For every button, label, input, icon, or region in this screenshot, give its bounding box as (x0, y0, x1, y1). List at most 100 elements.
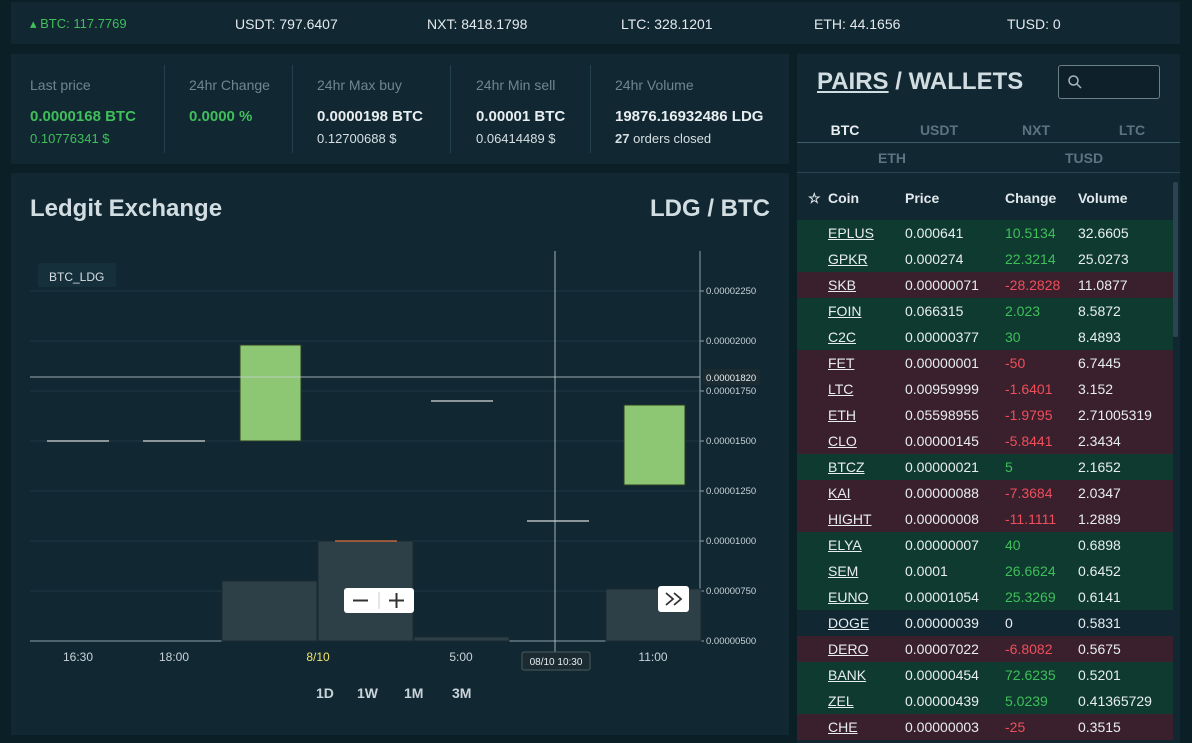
coin-link[interactable]: DOGE (828, 615, 869, 631)
change-cell: 0 (1005, 615, 1013, 631)
coin-link[interactable]: C2C (828, 329, 856, 345)
table-row[interactable]: ZEL 0.00000439 5.0239 0.41365729 (797, 688, 1173, 714)
table-row[interactable]: EPLUS 0.000641 10.5134 32.6605 (797, 220, 1173, 246)
col-volume[interactable]: Volume (1078, 190, 1128, 206)
tab-tusd[interactable]: TUSD (1056, 150, 1112, 166)
coin-link[interactable]: ELYA (828, 537, 862, 553)
period-3m[interactable]: 3M (452, 685, 471, 701)
market-stats: Last price 0.0000168 BTC 0.10776341 $ 24… (11, 54, 789, 164)
coin-link[interactable]: LTC (828, 381, 853, 397)
change-cell: -11.1111 (1005, 511, 1057, 527)
y-tick-label: 0.00001750 (706, 386, 756, 397)
x-tick-label: 8/10 (306, 650, 330, 664)
ticker-ltc[interactable]: LTC: 328.1201 (621, 16, 713, 32)
coin-link[interactable]: KAI (828, 485, 851, 501)
coin-link[interactable]: ETH (828, 407, 856, 423)
table-row[interactable]: BTCZ 0.00000021 5 2.1652 (797, 454, 1173, 480)
table-row[interactable]: ELYA 0.00000007 40 0.6898 (797, 532, 1173, 558)
divider (590, 65, 591, 153)
col-change[interactable]: Change (1005, 190, 1056, 206)
ticker-nxt[interactable]: NXT: 8418.1798 (427, 16, 527, 32)
period-1w[interactable]: 1W (357, 685, 378, 701)
ticker-eth[interactable]: ETH: 44.1656 (814, 16, 900, 32)
table-row[interactable]: SKB 0.00000071 -28.2828 11.0877 (797, 272, 1173, 298)
y-tick-label: 0.00001000 (706, 536, 756, 547)
ticker-bar: ▴ BTC: 117.7769 USDT: 797.6407 NXT: 8418… (11, 2, 1180, 44)
pairs-panel: PAIRS / WALLETS BTC USDT NXT LTC ETH TUS… (797, 54, 1180, 743)
table-row[interactable]: CLO 0.00000145 -5.8441 2.3434 (797, 428, 1173, 454)
search-input[interactable] (1058, 65, 1160, 99)
coin-link[interactable]: SKB (828, 277, 856, 293)
tab-btc[interactable]: BTC (819, 122, 871, 138)
coin-link[interactable]: BTCZ (828, 459, 865, 475)
coin-link[interactable]: GPKR (828, 251, 868, 267)
price-cell: 0.00000377 (905, 329, 979, 345)
table-row[interactable]: C2C 0.00000377 30 8.4893 (797, 324, 1173, 350)
candle (623, 404, 686, 486)
tab-eth[interactable]: ETH (864, 150, 920, 166)
table-row[interactable]: DERO 0.00007022 -6.8082 0.5675 (797, 636, 1173, 662)
coin-link[interactable]: CHE (828, 719, 858, 735)
crosshair-price-label: 0.00001820 (706, 373, 756, 384)
ticker-btc[interactable]: ▴ BTC: 117.7769 (30, 16, 127, 32)
period-1m[interactable]: 1M (404, 685, 423, 701)
price-cell: 0.00000145 (905, 433, 979, 449)
coin-link[interactable]: EUNO (828, 589, 868, 605)
tab-nxt[interactable]: NXT (1010, 122, 1062, 138)
table-row[interactable]: FET 0.00000001 -50 6.7445 (797, 350, 1173, 376)
scrollbar[interactable] (1173, 182, 1178, 337)
coin-link[interactable]: HIGHT (828, 511, 872, 527)
stat-orders: 27 orders closed (615, 131, 711, 146)
table-row[interactable]: KAI 0.00000088 -7.3684 2.0347 (797, 480, 1173, 506)
table-row[interactable]: FOIN 0.066315 2.023 8.5872 (797, 298, 1173, 324)
table-row[interactable]: SEM 0.0001 26.6624 0.6452 (797, 558, 1173, 584)
stat-label: 24hr Change (189, 77, 270, 93)
table-row[interactable]: HIGHT 0.00000008 -11.1111 1.2889 (797, 506, 1173, 532)
pair-title: LDG / BTC (650, 195, 770, 222)
change-cell: -1.9795 (1005, 407, 1053, 423)
ticker-tusd[interactable]: TUSD: 0 (1007, 16, 1061, 32)
coin-link[interactable]: DERO (828, 641, 868, 657)
tab-usdt[interactable]: USDT (913, 122, 965, 138)
wallets-link[interactable]: WALLETS (909, 68, 1024, 95)
tab-ltc[interactable]: LTC (1106, 122, 1158, 138)
ticker-usdt[interactable]: USDT: 797.6407 (235, 16, 338, 32)
divider (292, 65, 293, 153)
table-row[interactable]: DOGE 0.00000039 0 0.5831 (797, 610, 1173, 636)
volume-cell: 2.3434 (1078, 433, 1121, 449)
chart-svg[interactable]: BTC_LDG 0.00002250 0.00002000 0.00001750 0.0… (30, 251, 760, 681)
volume-cell: 0.3515 (1078, 719, 1121, 735)
tab-divider (797, 172, 1180, 173)
col-price[interactable]: Price (905, 190, 939, 206)
coin-link[interactable]: FOIN (828, 303, 861, 319)
pairs-wallets-header: PAIRS / WALLETS (817, 68, 1023, 96)
table-row[interactable]: LTC 0.00959999 -1.6401 3.152 (797, 376, 1173, 402)
table-row[interactable]: CHE 0.00000003 -25 0.3515 (797, 714, 1173, 740)
coin-link[interactable]: ZEL (828, 693, 854, 709)
divider (164, 65, 165, 153)
favorite-star-icon[interactable]: ☆ (808, 190, 821, 207)
table-row[interactable]: ETH 0.05598955 -1.9795 2.71005319 (797, 402, 1173, 428)
table-row[interactable]: BANK 0.00000454 72.6235 0.5201 (797, 662, 1173, 688)
price-cell: 0.000274 (905, 251, 964, 267)
price-cell: 0.00007022 (905, 641, 979, 657)
change-cell: 40 (1005, 537, 1021, 553)
table-row[interactable]: GPKR 0.000274 22.3214 25.0273 (797, 246, 1173, 272)
stat-value: 0.0000198 BTC (317, 108, 423, 125)
pairs-link[interactable]: PAIRS (817, 68, 889, 95)
coin-link[interactable]: SEM (828, 563, 858, 579)
change-cell: -6.8082 (1005, 641, 1053, 657)
col-coin[interactable]: Coin (828, 190, 859, 206)
coin-link[interactable]: FET (828, 355, 854, 371)
change-cell: 25.3269 (1005, 589, 1056, 605)
price-chart[interactable]: BTC_LDG 0.00002250 0.00002000 0.00001750 0.0… (30, 251, 760, 681)
coin-link[interactable]: BANK (828, 667, 866, 683)
change-cell: 30 (1005, 329, 1021, 345)
volume-cell: 2.71005319 (1078, 407, 1152, 423)
y-tick-label: 0.00000500 (706, 636, 756, 647)
period-1d[interactable]: 1D (316, 685, 334, 701)
table-row[interactable]: EUNO 0.00001054 25.3269 0.6141 (797, 584, 1173, 610)
coin-link[interactable]: CLO (828, 433, 857, 449)
volume-cell: 32.6605 (1078, 225, 1129, 241)
coin-link[interactable]: EPLUS (828, 225, 874, 241)
